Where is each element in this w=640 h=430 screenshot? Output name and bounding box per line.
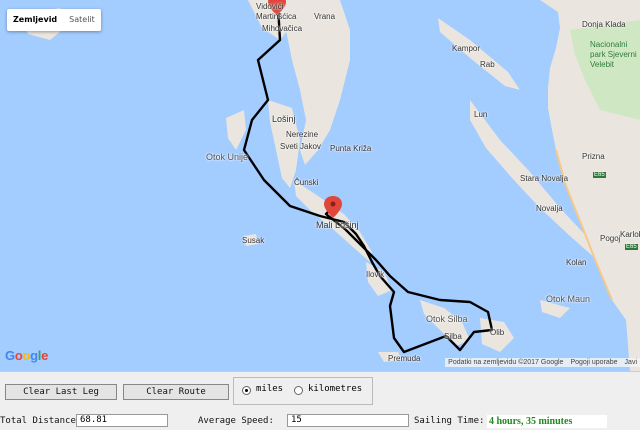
- clear-route-button[interactable]: Clear Route: [123, 384, 229, 400]
- miles-radio[interactable]: [242, 386, 251, 395]
- place-ilovik: Ilovik: [366, 270, 385, 279]
- place-kolan: Kolan: [566, 258, 587, 267]
- sailing-time-label: Sailing Time:: [414, 416, 485, 426]
- map-type-satellite-button[interactable]: Satelit: [63, 9, 101, 31]
- island-unije: [226, 110, 246, 150]
- place-prizna: Prizna: [582, 152, 605, 161]
- place-kampor: Kampor: [452, 44, 481, 53]
- google-logo-letter: o: [22, 348, 31, 363]
- island-ilovik: [366, 262, 392, 296]
- island-rab: [438, 18, 520, 90]
- place-nerezine: Nerezine: [286, 130, 319, 139]
- map-type-map-button[interactable]: Zemljevid: [7, 9, 63, 31]
- place-susak: Susak: [242, 236, 265, 245]
- google-logo-letter: e: [41, 348, 49, 363]
- google-logo-letter: g: [30, 348, 38, 363]
- clear-last-leg-button[interactable]: Clear Last Leg: [5, 384, 117, 400]
- map-attribution: Podatki na zemljevidu ©2017 Google Pogoj…: [445, 358, 640, 367]
- place-cunski: Čunski: [294, 178, 319, 187]
- average-speed-label: Average Speed:: [198, 416, 274, 426]
- place-rab: Rab: [480, 60, 495, 69]
- terms-link[interactable]: Pogoji uporabe: [570, 359, 617, 366]
- place-donja-klada: Donja Klada: [582, 20, 626, 29]
- sailing-time-value: 4 hours, 35 minutes: [487, 415, 607, 428]
- place-stara-novalja: Stara Novalja: [520, 174, 569, 183]
- place-novalja: Novalja: [536, 204, 563, 213]
- road-shield-e65-2: E65: [625, 244, 638, 250]
- place-lun: Lun: [474, 110, 488, 119]
- place-vis: Vidovići: [256, 2, 284, 11]
- place-silba: Silba: [444, 332, 462, 341]
- place-premuda: Premuda: [388, 354, 421, 363]
- place-otok-maun: Otok Maun: [546, 294, 591, 304]
- map-tiles: [20, 0, 640, 371]
- place-otok-unije: Otok Unije: [206, 152, 249, 162]
- road-shield-e65: E65: [593, 172, 606, 178]
- place-mihovacica: Mihovačica: [262, 24, 303, 33]
- miles-label: miles: [256, 384, 284, 394]
- kilometres-radio[interactable]: [294, 386, 303, 395]
- map-type-control[interactable]: Zemljevid Satelit: [7, 9, 101, 31]
- place-sveti-jakov: Sveti Jakov: [280, 142, 321, 151]
- place-national-park: Nacionalni park Sjeverni Velebit: [590, 40, 637, 69]
- route-line: [242, 5, 494, 354]
- google-logo-letter: G: [5, 348, 15, 363]
- place-karlobag: Karlobag: [620, 230, 640, 239]
- place-punta-kriza: Punta Križa: [330, 144, 372, 153]
- kilometres-label: kilometres: [308, 384, 363, 394]
- place-olib: Olib: [490, 328, 505, 337]
- place-losinj: Lošinj: [272, 114, 296, 124]
- place-martinscica: Martinšćica: [256, 12, 297, 21]
- units-selector: miles kilometres: [233, 377, 373, 405]
- report-link[interactable]: Javi: [625, 359, 637, 366]
- place-mali-losinj: Mali Lošinj: [316, 220, 359, 230]
- total-distance-label: Total Distance: [0, 416, 76, 426]
- place-otok-silba: Otok Silba: [426, 314, 468, 324]
- attribution-data: Podatki na zemljevidu ©2017 Google: [448, 359, 564, 366]
- place-pogoj: Pogoj: [600, 234, 621, 243]
- place-vrana: Vrana: [314, 12, 336, 21]
- google-logo[interactable]: Google: [5, 348, 48, 363]
- route-controls-panel: Clear Last Leg Clear Route miles kilomet…: [0, 371, 640, 430]
- average-speed-field[interactable]: 15: [287, 414, 409, 427]
- map-canvas[interactable]: Zemljevid Satelit Vidovići Vrana Martinš…: [0, 0, 640, 371]
- total-distance-field[interactable]: 68.81: [76, 414, 168, 427]
